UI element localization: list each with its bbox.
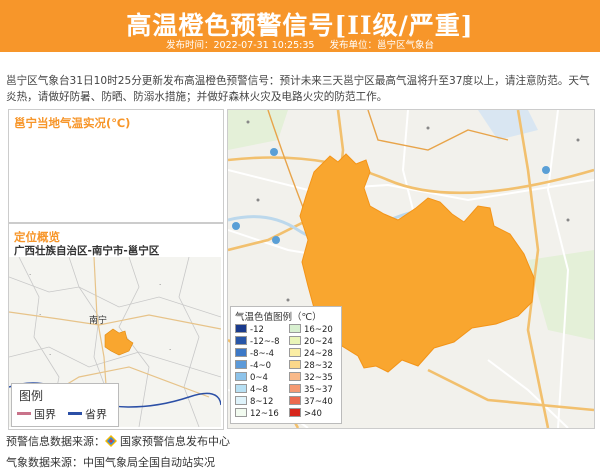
temperature-legend-title: 气温色值图例（℃） [235, 312, 322, 323]
temperature-legend-item: 16~20 [289, 324, 333, 335]
legend-item-label: -12~-8 [250, 337, 280, 347]
legend-color-swatch [235, 396, 247, 405]
temperature-legend-item: 12~16 [235, 408, 279, 419]
legend-item-label: 16~20 [304, 325, 333, 335]
temperature-legend-item: 32~35 [289, 372, 333, 383]
svg-text:·: · [29, 271, 31, 279]
legend-color-swatch [289, 324, 301, 333]
legend-province-border: 省界 [68, 406, 107, 422]
legend-color-swatch [289, 396, 301, 405]
legend-item-label: 20~24 [304, 337, 333, 347]
legend-item-label: 28~32 [304, 361, 333, 371]
province-border-line-icon [68, 412, 82, 415]
warning-source-line: 预警信息数据来源： 国家预警信息发布中心 [6, 433, 230, 449]
warning-center-logo-icon [105, 435, 117, 447]
temperature-legend-item: 20~24 [289, 336, 333, 347]
temperature-legend-item: 0~4 [235, 372, 268, 383]
temperature-legend-item: 37~40 [289, 396, 333, 407]
warning-source-label: 预警信息数据来源： [6, 435, 105, 448]
legend-color-swatch [235, 348, 247, 357]
legend-color-swatch [235, 384, 247, 393]
location-region-name: 广西壮族自治区-南宁市-邕宁区 [14, 245, 160, 257]
temperature-legend-item: >40 [289, 408, 322, 419]
locator-legend: 图例 国界 省界 [11, 383, 119, 427]
legend-item-label: 37~40 [304, 397, 333, 407]
legend-item-label: -8~-4 [250, 349, 275, 359]
warning-meta: 发布时间：2022-07-31 10:25:35 发布单位：邕宁区气象台 [0, 37, 600, 51]
temperature-legend-item: -4~0 [235, 360, 271, 371]
publish-unit: 发布单位：邕宁区气象台 [329, 40, 434, 51]
svg-text:·: · [49, 351, 51, 359]
legend-color-swatch [289, 348, 301, 357]
legend-color-swatch [289, 384, 301, 393]
legend-item-label: -12 [250, 325, 264, 335]
legend-color-swatch [289, 360, 301, 369]
legend-item-label: 12~16 [250, 409, 279, 419]
legend-item-label: 8~12 [250, 397, 274, 407]
temperature-legend-item: -12~-8 [235, 336, 279, 347]
svg-text:·: · [39, 311, 41, 319]
svg-text:·: · [159, 281, 161, 289]
temperature-legend: 气温色值图例（℃） -12 -12~-8 -8~-4 -4~0 0~4 4~8 8~12 12… [230, 306, 342, 424]
temperature-panel-title: 邕宁当地气温实况(℃) [14, 116, 131, 130]
legend-item-label: 4~8 [250, 385, 268, 395]
locator-legend-title: 图例 [19, 389, 44, 403]
temperature-legend-item: 28~32 [289, 360, 333, 371]
legend-item-label: >40 [304, 409, 322, 419]
warning-description: 邕宁区气象台31日10时25分更新发布高温橙色预警信号：预计未来三天邕宁区最高气… [6, 75, 590, 103]
legend-item-label: 35~37 [304, 385, 333, 395]
temperature-legend-item: 35~37 [289, 384, 333, 395]
legend-color-swatch [289, 408, 301, 417]
legend-color-swatch [289, 336, 301, 345]
legend-color-swatch [235, 408, 247, 417]
temperature-legend-item: -8~-4 [235, 348, 274, 359]
warning-source-org: 国家预警信息发布中心 [120, 435, 230, 448]
temperature-legend-item: 8~12 [235, 396, 273, 407]
legend-color-swatch [289, 372, 301, 381]
temperature-legend-item: -12 [235, 324, 264, 335]
legend-color-swatch [235, 360, 247, 369]
legend-color-swatch [235, 324, 247, 333]
legend-color-swatch [235, 336, 247, 345]
publish-time: 发布时间：2022-07-31 10:25:35 [166, 40, 315, 51]
legend-item-label: 0~4 [250, 373, 268, 383]
legend-color-swatch [235, 372, 247, 381]
city-label: 南宁 [89, 314, 107, 326]
legend-item-label: 24~28 [304, 349, 333, 359]
legend-item-label: 32~35 [304, 373, 333, 383]
warning-banner: 高温橙色预警信号[II级/严重] 发布时间：2022-07-31 10:25:3… [0, 0, 600, 52]
svg-text:·: · [169, 346, 171, 354]
weather-source-line: 气象数据来源：中国气象局全国自动站实况 [6, 456, 215, 469]
legend-national-border: 国界 [17, 406, 56, 422]
temperature-legend-item: 24~28 [289, 348, 333, 359]
temperature-panel: 邕宁当地气温实况(℃) [8, 109, 224, 223]
temperature-legend-item: 4~8 [235, 384, 268, 395]
national-border-line-icon [17, 412, 31, 415]
legend-item-label: -4~0 [250, 361, 272, 371]
